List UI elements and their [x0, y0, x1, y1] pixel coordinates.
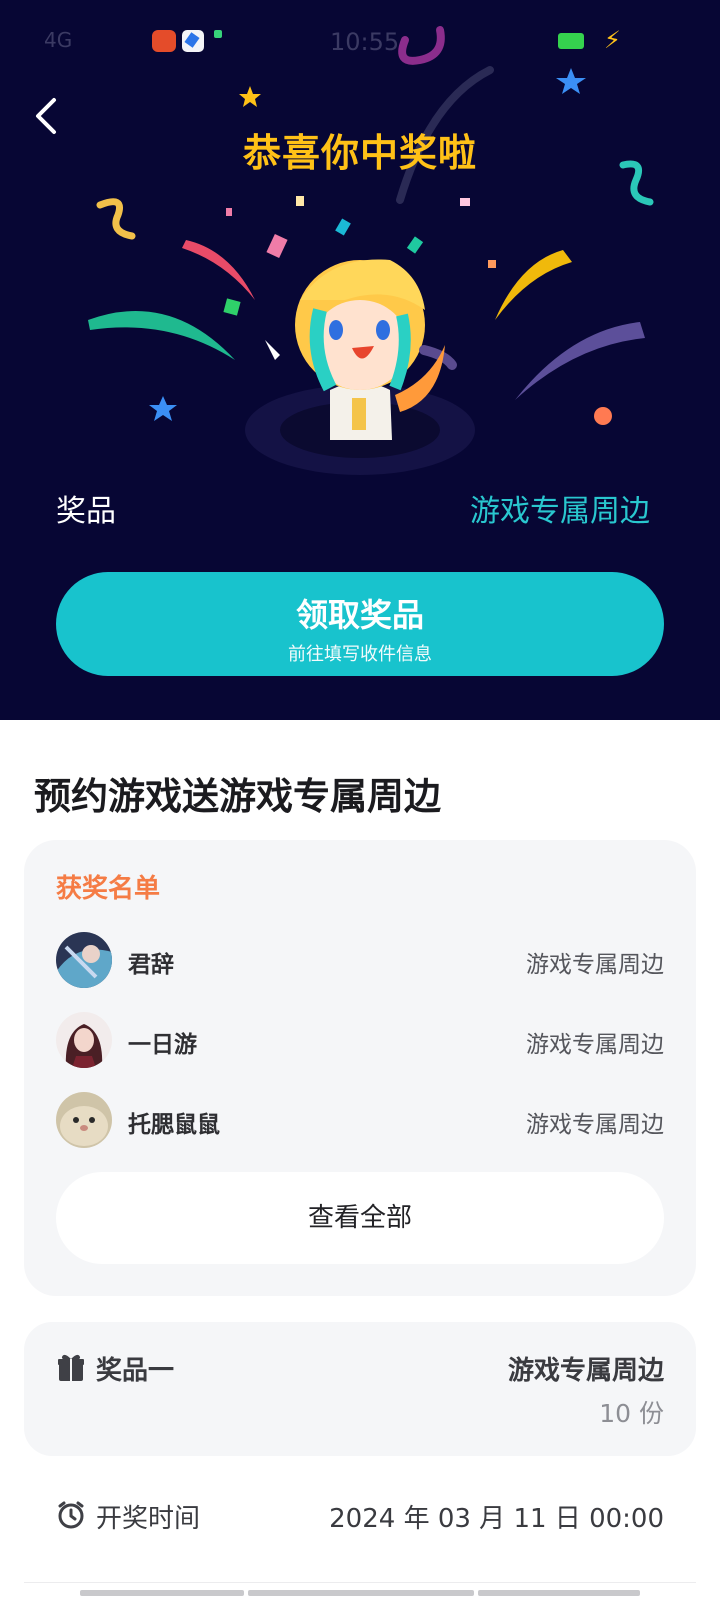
- prize-label: 奖品: [56, 494, 116, 529]
- draw-time-label: 开奖时间: [96, 1504, 201, 1534]
- prize-name: 游戏专属周边: [507, 1356, 664, 1386]
- winners-heading: 获奖名单: [56, 874, 161, 904]
- winners-card: 获奖名单 君辞 游戏专属周边 一日游 游戏专属周边 托腮鼠鼠 游戏专属周边 查看…: [24, 840, 696, 1296]
- view-all-button[interactable]: 查看全部: [56, 1172, 664, 1264]
- winner-prize: 游戏专属周边: [526, 1112, 664, 1138]
- winner-prize: 游戏专属周边: [526, 1032, 664, 1058]
- prize-quantity: 10 份: [599, 1399, 664, 1428]
- congrats-title: 恭喜你中奖啦: [242, 131, 477, 175]
- winner-name: 一日游: [128, 1032, 197, 1058]
- prize-tier-label: 奖品一: [96, 1356, 175, 1386]
- avatar: [56, 932, 112, 988]
- bottom-tab-indicator: [80, 1590, 640, 1600]
- winner-row: 君辞 游戏专属周边: [56, 932, 664, 988]
- gift-icon: [58, 1354, 84, 1381]
- avatar: [56, 1092, 112, 1148]
- alarm-clock-icon: [58, 1501, 84, 1529]
- prize-value: 游戏专属周边: [470, 494, 650, 529]
- divider: [24, 1582, 696, 1583]
- winner-row: 一日游 游戏专属周边: [56, 1012, 664, 1068]
- claim-button-title: 领取奖品: [295, 596, 424, 634]
- prize-info-card: 奖品一 游戏专属周边 10 份: [24, 1322, 696, 1456]
- avatar: [56, 1012, 112, 1068]
- hero-banner: 4G 10:55 ⚡ 恭喜你中奖啦 奖品 游戏专属周边 领取奖品 前往填写收件信…: [0, 0, 720, 720]
- claim-button-subtitle: 前往填写收件信息: [288, 644, 432, 665]
- winner-name: 君辞: [128, 952, 174, 978]
- draw-time-value: 2024 年 03 月 11 日 00:00: [329, 1504, 664, 1534]
- winner-name: 托腮鼠鼠: [128, 1112, 220, 1138]
- claim-prize-button[interactable]: 领取奖品 前往填写收件信息: [56, 572, 664, 676]
- winner-prize: 游戏专属周边: [526, 952, 664, 978]
- event-title: 预约游戏送游戏专属周边: [34, 775, 441, 818]
- draw-time-row: 开奖时间 2024 年 03 月 11 日 00:00: [24, 1484, 696, 1548]
- winner-row: 托腮鼠鼠 游戏专属周边: [56, 1092, 664, 1148]
